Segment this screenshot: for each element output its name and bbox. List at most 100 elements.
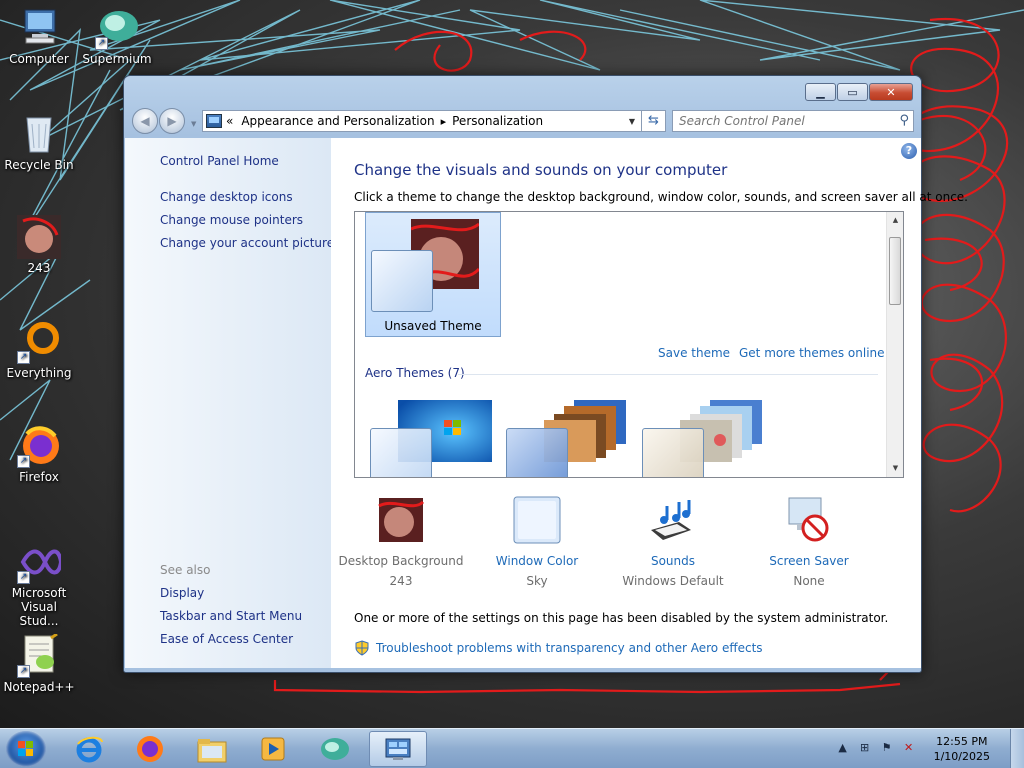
supermium-icon: ↗ — [95, 6, 139, 50]
desktop-icon-label: Firefox — [19, 470, 59, 484]
breadcrumb-personalization[interactable]: Personalization — [452, 114, 543, 128]
theme-tile-characters[interactable] — [642, 400, 772, 477]
everything-search-icon: ↗ — [17, 320, 61, 364]
control-panel-home-link[interactable]: Control Panel Home — [160, 154, 279, 168]
page-title: Change the visuals and sounds on your co… — [354, 161, 728, 179]
minimize-button[interactable]: ▁ — [805, 83, 836, 101]
taskbar-start-menu-link[interactable]: Taskbar and Start Menu — [160, 609, 302, 623]
ease-of-access-link[interactable]: Ease of Access Center — [160, 632, 293, 646]
desktop-icon-recycle-bin[interactable]: Recycle Bin — [1, 112, 77, 172]
forward-button[interactable]: ▶ — [159, 108, 185, 134]
setting-name[interactable]: Window Color — [469, 554, 605, 568]
window-controls: ▁ ▭ ✕ — [805, 83, 913, 101]
help-icon[interactable]: ? — [901, 143, 917, 159]
taskbar-explorer[interactable] — [183, 731, 241, 767]
sounds-setting[interactable]: Sounds Windows Default — [605, 496, 741, 588]
volume-muted-icon[interactable]: ✕ — [901, 741, 917, 757]
setting-value: 243 — [389, 574, 413, 588]
window-color-swatch — [506, 428, 568, 477]
search-icon[interactable]: ⚲ — [899, 113, 909, 128]
theme-tile-windows7[interactable] — [370, 400, 500, 477]
scroll-thumb[interactable] — [889, 237, 901, 305]
show-hidden-icons-icon[interactable]: ▲ — [835, 741, 851, 757]
address-bar[interactable]: « Appearance and Personalization ▸ Perso… — [202, 110, 642, 132]
desktop-icon-label: Microsoft Visual Stud... — [11, 586, 67, 628]
admin-notice: One or more of the settings on this page… — [354, 611, 889, 625]
divider — [458, 374, 878, 375]
setting-name: Desktop Background — [338, 554, 464, 568]
control-panel-icon — [385, 738, 411, 760]
clock-time: 12:55 PM — [936, 735, 988, 748]
recycle-bin-icon — [17, 112, 61, 156]
address-dropdown-icon[interactable]: ▼ — [623, 117, 641, 126]
setting-value: None — [793, 574, 825, 588]
clock[interactable]: 12:55 PM 1/10/2025 — [934, 734, 990, 764]
shortcut-arrow-icon: ↗ — [17, 455, 30, 468]
desktop-icon-supermium[interactable]: ↗ Supermium — [79, 6, 155, 66]
window-color-swatch — [370, 428, 432, 477]
image-file-icon — [17, 215, 61, 259]
save-theme-link[interactable]: Save theme — [658, 346, 730, 360]
network-icon[interactable]: ⊞ — [857, 741, 873, 757]
refresh-button[interactable]: ⇆ — [642, 110, 666, 132]
taskbar-supermium[interactable] — [306, 731, 364, 767]
theme-name: Unsaved Theme — [384, 319, 482, 333]
window-color-icon — [513, 496, 561, 544]
search-input[interactable] — [673, 111, 883, 131]
theme-tile-unsaved[interactable]: Unsaved Theme — [365, 212, 501, 337]
desktop-icon-visual-studio[interactable]: ↗ Microsoft Visual Stud... — [1, 540, 77, 628]
desktop-icon-label: Computer — [9, 52, 69, 66]
shield-icon — [355, 640, 369, 656]
desktop-icon-everything[interactable]: ↗ Everything — [1, 320, 77, 380]
desktop-icon-label: Notepad++ — [3, 680, 75, 694]
change-mouse-pointers-link[interactable]: Change mouse pointers — [160, 213, 303, 227]
taskbar-firefox[interactable] — [121, 731, 179, 767]
media-player-icon — [261, 737, 285, 761]
maximize-button[interactable]: ▭ — [837, 83, 868, 101]
close-button[interactable]: ✕ — [869, 83, 913, 101]
start-button[interactable] — [6, 731, 46, 767]
setting-name[interactable]: Sounds — [605, 554, 741, 568]
desktop-icon-243[interactable]: 243 — [1, 215, 77, 275]
control-panel-icon — [206, 114, 222, 128]
scroll-down-icon[interactable]: ▼ — [887, 460, 903, 477]
troubleshoot-link[interactable]: Troubleshoot problems with transparency … — [376, 641, 763, 655]
taskbar-media-player[interactable] — [244, 731, 302, 767]
theme-tile-architecture[interactable] — [506, 400, 636, 477]
desktop-icon-notepadpp[interactable]: ↗ Notepad++ — [1, 632, 77, 694]
firefox-icon: ↗ — [17, 424, 61, 468]
recent-pages-dropdown[interactable]: ▼ — [191, 120, 196, 128]
back-button[interactable]: ◀ — [132, 108, 158, 134]
desktop-icon-firefox[interactable]: ↗ Firefox — [1, 424, 77, 484]
navigation-buttons: ◀ ▶ ▼ — [132, 108, 196, 134]
shortcut-arrow-icon: ↗ — [17, 351, 30, 364]
scroll-up-icon[interactable]: ▲ — [887, 212, 903, 229]
theme-list-scrollbar[interactable]: ▲ ▼ — [886, 212, 903, 477]
taskbar-control-panel[interactable] — [369, 731, 427, 767]
personalization-window: ▁ ▭ ✕ ◀ ▶ ▼ « Appearance and Personaliza… — [123, 75, 968, 673]
breadcrumb-overflow[interactable]: « — [226, 114, 233, 128]
clock-date: 1/10/2025 — [933, 750, 990, 763]
setting-name[interactable]: Screen Saver — [741, 554, 877, 568]
desktop-icon-label: 243 — [27, 261, 51, 275]
desktop-icon-computer[interactable]: Computer — [1, 6, 77, 66]
action-center-flag-icon[interactable]: ⚑ — [879, 741, 895, 757]
system-tray: ▲ ⊞ ⚑ ✕ 12:55 PM 1/10/2025 — [832, 729, 1024, 768]
change-account-picture-link[interactable]: Change your account picture — [160, 236, 334, 250]
breadcrumb-separator-icon[interactable]: ▸ — [441, 115, 447, 128]
breadcrumb-appearance[interactable]: Appearance and Personalization — [241, 114, 434, 128]
internet-explorer-icon — [76, 736, 103, 763]
display-link[interactable]: Display — [160, 586, 204, 600]
get-more-themes-link[interactable]: Get more themes online — [739, 346, 885, 360]
folder-icon — [197, 739, 227, 763]
shortcut-arrow-icon: ↗ — [95, 37, 108, 50]
taskbar: ▲ ⊞ ⚑ ✕ 12:55 PM 1/10/2025 — [0, 728, 1024, 768]
show-desktop-button[interactable] — [1010, 729, 1024, 768]
change-desktop-icons-link[interactable]: Change desktop icons — [160, 190, 293, 204]
window-color-setting[interactable]: Window Color Sky — [469, 496, 605, 588]
screen-saver-setting[interactable]: Screen Saver None — [741, 496, 877, 588]
computer-icon — [17, 6, 61, 50]
taskbar-internet-explorer[interactable] — [60, 731, 118, 767]
troubleshoot-row: Troubleshoot problems with transparency … — [354, 640, 763, 656]
supermium-icon — [321, 738, 349, 760]
